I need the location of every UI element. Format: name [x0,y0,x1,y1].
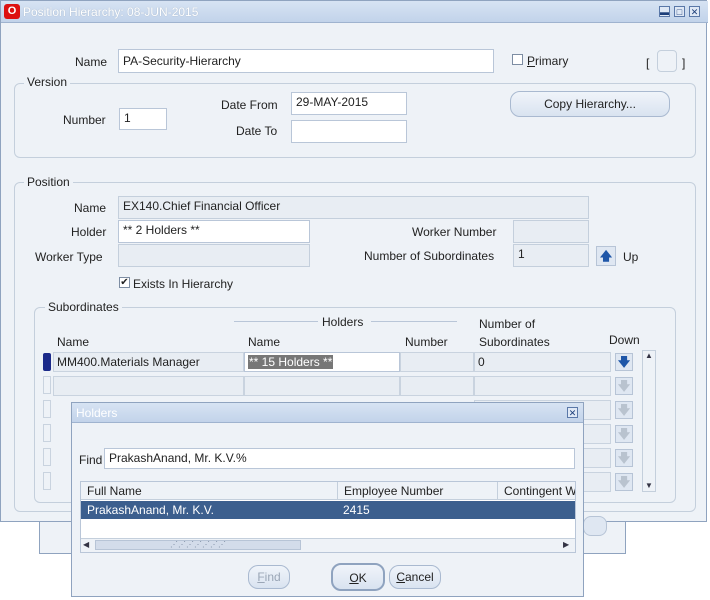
underlying-button [583,516,607,536]
column-header-holder-name: Name [248,335,281,349]
position-name-label: Name [74,201,107,215]
find-button[interactable]: Find [248,565,290,589]
hierarchy-name-field[interactable]: PA-Security-Hierarchy [118,49,494,73]
bracket-close: ] [682,56,686,70]
record-indicator[interactable] [43,400,51,418]
subordinate-count-cell[interactable] [474,376,611,396]
primary-label-rest: rimary [535,54,569,68]
scroll-thumb[interactable]: ⋰⋰⋰⋰⋰⋰⋰ [95,540,301,550]
window-title: Position Hierarchy: 08-JUN-2015 [23,5,199,19]
column-header-subordinates-line1: Number of [479,317,536,331]
holders-header: Holders [322,315,364,329]
maximize-icon[interactable]: □ [674,6,685,17]
holders-row-selected[interactable]: PrakashAnand, Mr. K.V. 2415 [81,501,575,519]
holder-label: Holder [71,225,107,239]
column-header-number: Number [405,335,448,349]
number-of-subordinates-label: Number of Subordinates [364,249,495,263]
holders-results-list[interactable]: Full Name Employee Number Contingent W P… [80,481,576,553]
version-title: Version [24,75,71,89]
results-horizontal-scrollbar[interactable]: ◀ ⋰⋰⋰⋰⋰⋰⋰ ▶ [81,538,575,552]
oracle-logo-icon: O [4,4,20,19]
dialog-close-icon[interactable]: ✕ [567,407,578,418]
down-arrow-icon[interactable]: 🡇 [615,473,633,491]
date-to-label: Date To [236,124,278,138]
subordinate-number-cell[interactable] [400,352,474,372]
primary-checkbox[interactable] [512,54,523,65]
scroll-right-icon[interactable]: ▶ [563,540,569,549]
subordinate-name-cell[interactable]: MM400.Materials Manager [53,352,244,372]
down-arrow-icon[interactable]: 🡇 [615,449,633,467]
cancel-button[interactable]: Cancel [389,565,441,589]
find-button-rest: ind [264,570,281,584]
worker-number-label: Worker Number [412,225,497,239]
copy-hierarchy-button[interactable]: Copy Hierarchy... [510,91,670,117]
holder-employee-number: 2415 [343,503,370,517]
current-record-indicator [43,353,51,371]
close-icon[interactable]: ✕ [689,6,700,17]
record-indicator[interactable] [43,424,51,442]
minimize-icon[interactable]: ▬ [659,6,670,17]
primary-label: Primary [527,54,569,68]
name-label: Name [75,55,108,69]
version-number-label: Number [63,113,106,127]
column-header-name: Name [57,335,90,349]
subordinate-holder-cell[interactable]: ** 15 Holders ** [244,352,400,372]
worker-type-label: Worker Type [35,250,103,264]
subordinate-holder-cell[interactable] [244,376,400,396]
ok-button[interactable]: OK [331,563,385,591]
up-arrow-icon[interactable]: 🡅 [596,246,616,266]
flex-field-button[interactable] [657,50,677,72]
find-field[interactable]: PrakashAnand, Mr. K.V.% [104,448,575,469]
subordinates-title: Subordinates [45,300,122,314]
subordinate-holder-text: ** 15 Holders ** [248,355,334,369]
scroll-left-icon[interactable]: ◀ [83,540,89,549]
holders-dialog-titlebar[interactable]: Holders ✕ [72,403,583,423]
column-header-contingent[interactable]: Contingent W [498,482,575,500]
down-arrow-icon[interactable]: 🡇 [615,353,633,371]
holders-dialog: Holders ✕ Find PrakashAnand, Mr. K.V.% F… [71,402,584,597]
worker-number-field[interactable] [513,220,589,243]
holder-field[interactable]: ** 2 Holders ** [118,220,310,243]
window-titlebar[interactable]: O Position Hierarchy: 08-JUN-2015 ▬ □ ✕ [1,1,708,23]
down-arrow-icon[interactable]: 🡇 [615,425,633,443]
holder-full-name: PrakashAnand, Mr. K.V. [87,503,214,517]
worker-type-field[interactable] [118,244,310,267]
exists-in-hierarchy-label: Exists In Hierarchy [133,277,234,291]
position-title: Position [24,175,73,189]
bracket-open: [ [646,56,650,70]
down-arrow-icon[interactable]: 🡇 [615,401,633,419]
number-of-subordinates-field[interactable]: 1 [513,244,589,267]
position-name-field[interactable]: EX140.Chief Financial Officer [118,196,589,219]
column-header-employee-number[interactable]: Employee Number [338,482,498,500]
cancel-button-rest: ancel [404,570,434,584]
holders-dialog-title: Holders [76,406,118,420]
column-header-full-name[interactable]: Full Name [81,482,338,500]
date-from-field[interactable]: 29-MAY-2015 [291,92,407,115]
column-header-down: Down [609,333,640,347]
up-label: Up [623,250,639,264]
date-from-label: Date From [221,98,278,112]
down-arrow-icon[interactable]: 🡇 [615,377,633,395]
record-indicator[interactable] [43,448,51,466]
record-indicator[interactable] [43,472,51,490]
holders-header-line-left [234,321,318,322]
column-header-subordinates-line2: Subordinates [479,335,550,349]
record-indicator[interactable] [43,376,51,394]
date-to-field[interactable] [291,120,407,143]
subordinate-count-cell[interactable]: 0 [474,352,611,372]
exists-in-hierarchy-checkbox[interactable]: ✔ [119,277,130,288]
scroll-down-icon[interactable]: ▼ [643,481,655,490]
holders-header-line-right [371,321,457,322]
ok-button-rest: K [358,571,367,585]
scroll-up-icon[interactable]: ▲ [643,351,655,360]
version-number-field[interactable]: 1 [119,108,167,130]
subordinates-scrollbar[interactable]: ▲ ▼ [642,350,656,492]
subordinate-number-cell[interactable] [400,376,474,396]
subordinate-name-cell[interactable] [53,376,244,396]
find-label: Find [79,453,103,467]
